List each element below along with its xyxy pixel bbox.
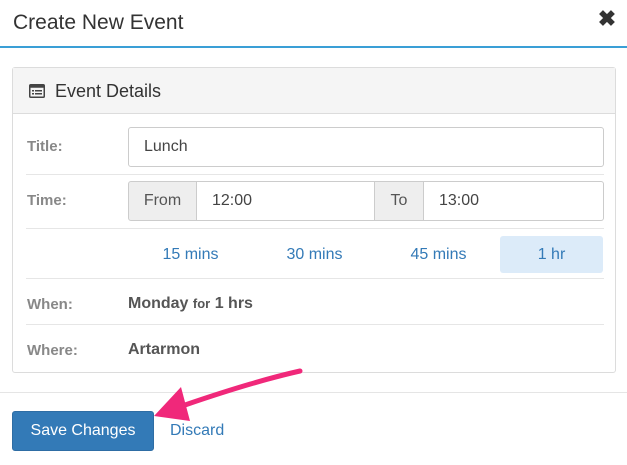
divider — [26, 278, 604, 279]
when-for: for — [192, 296, 211, 311]
divider — [26, 228, 604, 229]
divider — [26, 324, 604, 325]
event-details-panel: Event Details Title: Time: From To 15 mi… — [12, 67, 616, 373]
list-alt-icon — [29, 84, 45, 98]
close-icon[interactable]: ✖ — [597, 8, 617, 30]
when-value: Monday for 1 hrs — [128, 295, 253, 313]
from-time-input[interactable] — [197, 181, 375, 221]
modal-title: Create New Event — [13, 11, 184, 34]
to-time-input[interactable] — [424, 181, 604, 221]
time-label: Time: — [27, 192, 67, 209]
duration-1-hr-button[interactable]: 1 hr — [500, 236, 603, 273]
modal-header: Create New Event ✖ — [0, 0, 627, 48]
when-length: 1 hrs — [214, 295, 253, 312]
duration-45-mins-button[interactable]: 45 mins — [391, 236, 486, 273]
panel-heading: Event Details — [13, 68, 615, 114]
when-label: When: — [27, 296, 73, 313]
panel-title: Event Details — [55, 81, 162, 101]
when-day: Monday — [128, 295, 189, 312]
discard-link[interactable]: Discard — [170, 422, 224, 440]
to-addon: To — [375, 181, 424, 221]
title-label: Title: — [27, 138, 63, 155]
where-label: Where: — [27, 342, 78, 359]
duration-30-mins-button[interactable]: 30 mins — [267, 236, 362, 273]
duration-15-mins-button[interactable]: 15 mins — [143, 236, 238, 273]
where-value: Artarmon — [128, 341, 201, 358]
title-input[interactable] — [128, 127, 604, 167]
footer-divider — [0, 392, 627, 393]
from-addon: From — [128, 181, 197, 221]
divider — [26, 174, 604, 175]
save-changes-button[interactable]: Save Changes — [12, 411, 154, 451]
